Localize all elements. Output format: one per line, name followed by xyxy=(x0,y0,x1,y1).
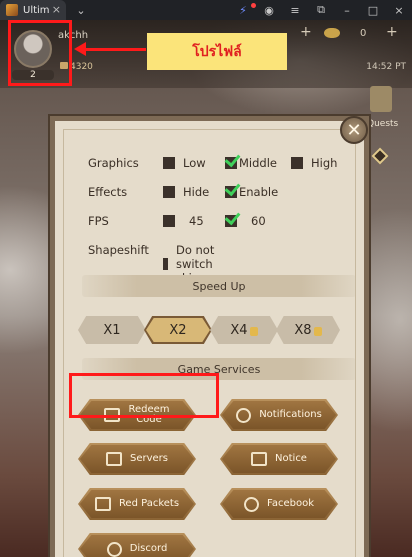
graphics-high-option[interactable]: High xyxy=(291,156,337,170)
quests-label: Quests xyxy=(367,119,399,129)
menu-icon[interactable]: ≡ xyxy=(282,4,308,17)
notice-button[interactable]: Notice xyxy=(220,443,338,475)
fps-label: FPS xyxy=(88,214,109,228)
shapeshift-label: Shapeshift xyxy=(88,243,149,257)
game-viewport: 2 akchh 4320 14:52 PT + 0 + Quests โปรไฟ… xyxy=(0,20,412,557)
gold-count: 0 xyxy=(360,28,367,39)
speed-x2-button[interactable]: X2 xyxy=(144,316,212,344)
notice-label: Notice xyxy=(275,452,307,464)
servers-button[interactable]: Servers xyxy=(78,443,196,475)
graphics-low-label: Low xyxy=(183,156,206,170)
red-packets-label: Red Packets xyxy=(118,497,180,509)
servers-label: Servers xyxy=(129,452,168,464)
add-gold-button[interactable]: + xyxy=(386,24,398,40)
effects-hide-checkbox[interactable] xyxy=(163,186,175,198)
quests-scroll-icon[interactable] xyxy=(370,86,392,112)
notice-board-icon xyxy=(251,452,268,466)
fps-60-label: 60 xyxy=(251,214,266,228)
browser-titlebar: Ultim × ⌄ ⚡ ◉ ≡ ⧉ – □ × xyxy=(0,0,412,20)
maximize-button[interactable]: □ xyxy=(360,4,386,17)
settings-panel: Graphics Low Middle High Effects Hide En… xyxy=(50,116,369,557)
settings-close-button[interactable]: ✕ xyxy=(340,116,368,144)
facebook-label: Facebook xyxy=(267,497,314,509)
fps-45-option[interactable]: 45 xyxy=(163,214,204,228)
tab-title: Ultim xyxy=(23,4,50,16)
speed-x1-label: X1 xyxy=(103,322,121,338)
discord-label: Discord xyxy=(129,542,168,554)
shapeshift-checkbox[interactable] xyxy=(163,258,168,270)
effects-hide-option[interactable]: Hide xyxy=(163,185,209,199)
effects-enable-option[interactable]: Enable xyxy=(225,185,278,199)
bell-icon xyxy=(236,407,252,423)
profile-callout: โปรไฟล์ xyxy=(147,33,287,70)
close-window-button[interactable]: × xyxy=(386,4,412,17)
profile-highlight-box xyxy=(8,20,72,86)
notifications-button[interactable]: Notifications xyxy=(220,399,338,431)
settings-panel-inner: Graphics Low Middle High Effects Hide En… xyxy=(63,129,356,557)
speed-x4-label: X4 xyxy=(230,322,248,338)
fps-60-checkbox[interactable] xyxy=(225,215,237,227)
facebook-button[interactable]: Facebook xyxy=(220,488,338,520)
fps-60-option[interactable]: 60 xyxy=(225,214,266,228)
effects-enable-checkbox[interactable] xyxy=(225,186,237,198)
notifications-label: Notifications xyxy=(259,408,322,420)
graphics-low-checkbox[interactable] xyxy=(163,157,175,169)
diamond-icon[interactable] xyxy=(371,147,389,165)
speed-x8-button[interactable]: X8 xyxy=(276,316,340,344)
discord-button[interactable]: Discord xyxy=(78,533,196,557)
add-resource-button[interactable]: + xyxy=(300,24,312,40)
discord-icon xyxy=(106,541,122,557)
account-icon[interactable]: ◉ xyxy=(256,4,282,17)
scroll-icon xyxy=(105,452,122,466)
fps-45-label: 45 xyxy=(189,214,204,228)
redeem-code-highlight-box xyxy=(69,373,219,418)
graphics-middle-option[interactable]: Middle xyxy=(225,156,277,170)
game-favicon-icon xyxy=(6,4,18,16)
speed-x2-label: X2 xyxy=(169,322,187,338)
server-time: 14:52 PT xyxy=(366,62,406,72)
fps-45-checkbox[interactable] xyxy=(163,215,175,227)
red-packets-button[interactable]: Red Packets xyxy=(78,488,196,520)
graphics-middle-label: Middle xyxy=(239,156,277,170)
tab-close-icon[interactable]: × xyxy=(52,3,61,16)
browser-tab[interactable]: Ultim × xyxy=(0,0,66,20)
graphics-high-checkbox[interactable] xyxy=(291,157,303,169)
effects-label: Effects xyxy=(88,185,128,199)
graphics-low-option[interactable]: Low xyxy=(163,156,206,170)
speed-x4-button[interactable]: X4 xyxy=(210,316,278,344)
graphics-label: Graphics xyxy=(88,156,139,170)
minimize-button[interactable]: – xyxy=(334,4,360,17)
tab-dropdown-icon[interactable]: ⌄ xyxy=(70,4,92,17)
envelope-icon xyxy=(94,497,111,511)
speed-x8-label: X8 xyxy=(294,322,312,338)
arrow-line xyxy=(84,48,146,51)
speed-up-header: Speed Up xyxy=(82,275,356,297)
speed-x1-button[interactable]: X1 xyxy=(78,316,146,344)
graphics-middle-checkbox[interactable] xyxy=(225,157,237,169)
graphics-high-label: High xyxy=(311,156,338,170)
effects-enable-label: Enable xyxy=(239,185,279,199)
external-window-icon[interactable]: ⧉ xyxy=(308,3,334,17)
effects-hide-label: Hide xyxy=(183,185,210,199)
facebook-icon xyxy=(244,496,259,512)
lock-icon xyxy=(249,326,258,336)
notification-dot xyxy=(251,3,256,8)
lock-icon xyxy=(313,326,322,336)
gold-ingot-icon xyxy=(324,28,340,38)
